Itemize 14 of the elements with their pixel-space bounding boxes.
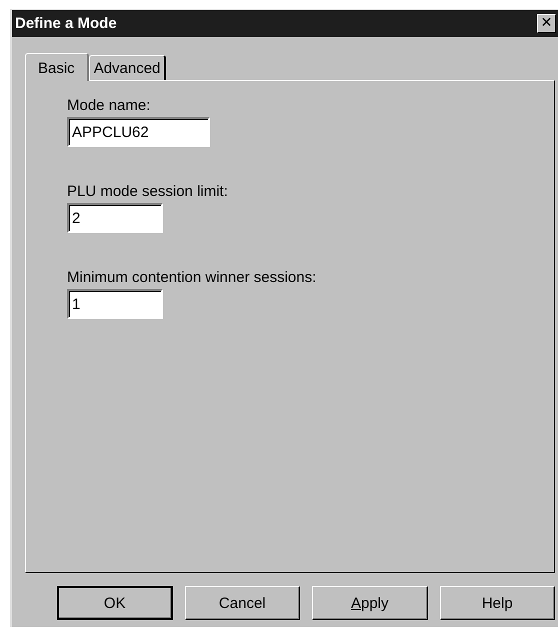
window-title: Define a Mode xyxy=(15,15,117,32)
dialog-button[interactable]: OK xyxy=(57,586,173,620)
dialog-button[interactable]: Help xyxy=(440,586,555,620)
tab[interactable]: Basic xyxy=(25,53,89,81)
dialog-button[interactable]: Apply xyxy=(312,586,428,620)
close-button[interactable]: ✕ xyxy=(537,14,556,33)
tab[interactable]: Advanced xyxy=(88,55,166,80)
input-field[interactable]: 2 xyxy=(67,203,163,233)
input-field[interactable]: 1 xyxy=(67,289,163,319)
dialog-button[interactable]: Cancel xyxy=(184,586,300,620)
input-field[interactable]: APPCLU62 xyxy=(67,117,210,147)
field-label: Mode name: xyxy=(67,97,152,114)
field-label: PLU mode session limit: xyxy=(67,183,229,200)
field-label: Minimum contention winner sessions: xyxy=(67,269,318,286)
